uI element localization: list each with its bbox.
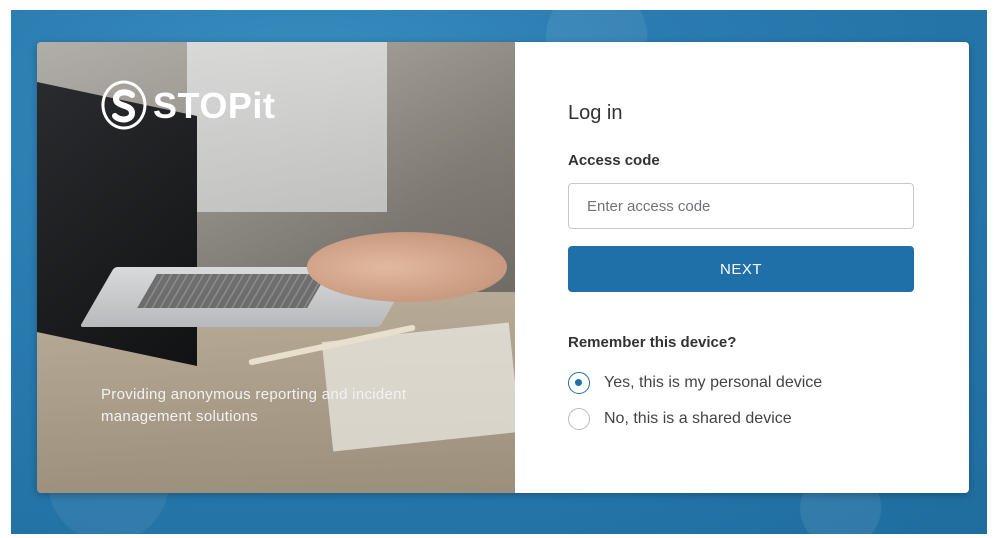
stopit-s-logo-icon [101, 80, 147, 130]
remember-device-label: Remember this device? [568, 334, 737, 351]
access-code-input[interactable] [568, 183, 914, 229]
next-button[interactable]: NEXT [568, 246, 914, 292]
radio-option-shared-device[interactable]: No, this is a shared device [568, 408, 792, 430]
login-form: Log in Access code NEXT Remember this de… [515, 42, 969, 493]
brand-tagline: Providing anonymous reporting and incide… [101, 386, 407, 425]
login-card: STOPit Providing anonymous reporting and… [37, 42, 969, 493]
brand-logo: STOPit [101, 80, 275, 132]
photo-hand [307, 232, 507, 302]
radio-option-label: Yes, this is my personal device [604, 374, 823, 391]
radio-button-unselected[interactable] [568, 408, 590, 430]
page-title: Log in [568, 102, 623, 124]
hero-photo: STOPit Providing anonymous reporting and… [37, 42, 515, 493]
photo-laptop-keyboard [137, 274, 327, 308]
access-code-label: Access code [568, 152, 660, 169]
page-background: STOPit Providing anonymous reporting and… [11, 10, 987, 534]
brand-name: STOPit [153, 85, 276, 126]
radio-option-label: No, this is a shared device [604, 410, 792, 427]
radio-option-personal-device[interactable]: Yes, this is my personal device [568, 372, 822, 394]
radio-button-selected[interactable] [568, 372, 590, 394]
